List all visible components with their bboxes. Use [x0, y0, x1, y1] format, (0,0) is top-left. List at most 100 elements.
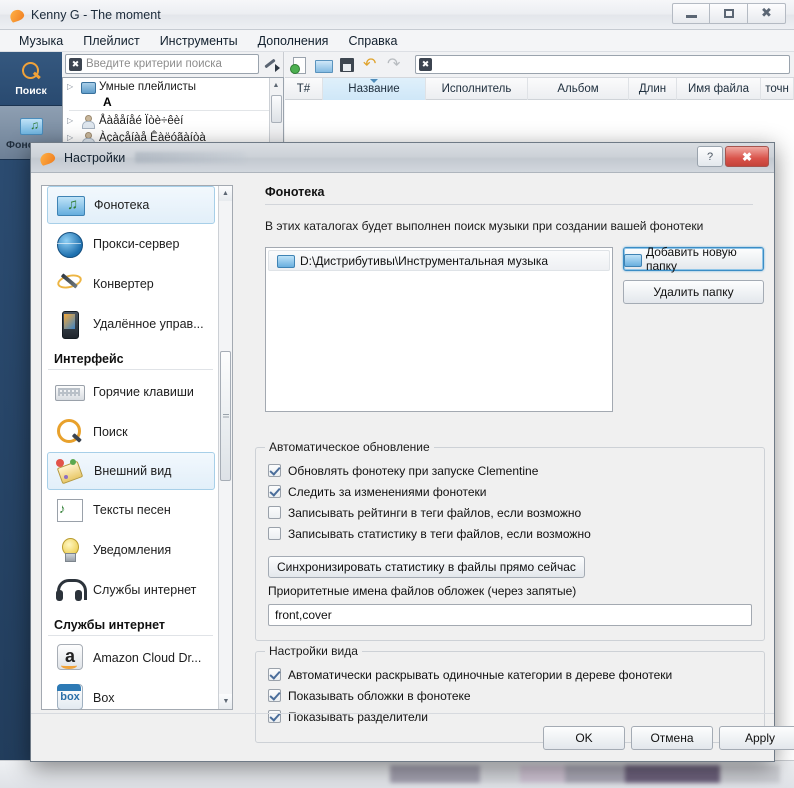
apply-label: Apply [744, 731, 776, 745]
column-album[interactable]: Альбом [528, 77, 629, 100]
checkbox-label: Записывать рейтинги в теги файлов, если … [288, 505, 582, 520]
ok-button[interactable]: OK [543, 726, 625, 750]
folder-music-icon [55, 190, 85, 220]
smart-playlist-icon [80, 80, 96, 94]
library-tree[interactable]: ▷ Умные плейлисты A ▷ Åàååíåé Ïòè÷êèí ▷ … [62, 77, 284, 146]
category-label: Тексты песен [93, 503, 171, 517]
playlist-filter-input[interactable]: ✖ [415, 55, 790, 74]
category-scrollbar[interactable]: ▲ ▼ [218, 186, 232, 709]
category-header-interface: Интерфейс [48, 346, 213, 370]
tree-scrollbar[interactable]: ▲ [269, 78, 283, 145]
sync-statistics-button[interactable]: Синхронизировать статистику в файлы прям… [268, 556, 585, 578]
category-item-search[interactable]: Поиск [42, 412, 220, 452]
checkbox-row[interactable]: Записывать статистику в теги файлов, есл… [256, 523, 764, 544]
category-item-shortcuts[interactable]: Горячие клавиши [42, 372, 220, 412]
checkbox-update-on-startup[interactable] [268, 464, 281, 477]
column-source[interactable]: точн [761, 77, 794, 100]
category-item-lyrics[interactable]: Тексты песен [42, 490, 220, 530]
sidebar-item-search[interactable]: Поиск [0, 52, 62, 106]
category-item-notifications[interactable]: Уведомления [42, 530, 220, 570]
checkbox-write-ratings[interactable] [268, 506, 281, 519]
new-playlist-icon[interactable] [289, 55, 310, 75]
scrollbar-thumb[interactable] [220, 351, 231, 481]
chevron-right-icon[interactable]: ▷ [67, 116, 76, 125]
minimize-button[interactable] [672, 3, 710, 24]
bulb-icon [54, 535, 84, 565]
save-playlist-icon[interactable] [337, 55, 358, 75]
checkbox-row[interactable]: Показывать обложки в фонотеке [256, 685, 764, 706]
restore-button[interactable] [710, 3, 748, 24]
column-filename[interactable]: Имя файла [677, 77, 761, 100]
dialog-close-button[interactable]: ✖ [725, 146, 769, 167]
category-item-appearance[interactable]: Внешний вид [47, 452, 215, 490]
dialog-title-bar: Настройки ? ✖ [31, 143, 774, 173]
menu-playlist[interactable]: Плейлист [74, 32, 148, 50]
checkbox-show-covers[interactable] [268, 689, 281, 702]
status-bar-obscured [390, 765, 780, 783]
checkbox-write-statistics[interactable] [268, 527, 281, 540]
divider [69, 110, 277, 111]
wrench-icon[interactable] [262, 55, 280, 73]
category-item-internet-services[interactable]: Службы интернет [42, 570, 220, 610]
menu-help[interactable]: Справка [339, 32, 406, 50]
scroll-up-icon[interactable]: ▲ [270, 78, 282, 92]
column-title[interactable]: Название [323, 77, 426, 100]
category-item-remote-control[interactable]: Удалённое управ... [42, 304, 220, 344]
scroll-up-icon[interactable]: ▲ [219, 186, 232, 201]
search-icon [54, 417, 84, 447]
apply-button[interactable]: Apply [719, 726, 794, 750]
dialog-footer: OK Отмена Apply [31, 713, 794, 761]
category-item-transcoder[interactable]: Конвертер [42, 264, 220, 304]
column-length[interactable]: Длин [629, 77, 677, 100]
search-panel: ✖ Введите критерии поиска ▷ Умные плейли… [62, 52, 284, 146]
clementine-logo-icon [9, 7, 25, 23]
library-icon [18, 114, 44, 138]
column-artist[interactable]: Исполнитель [426, 77, 528, 100]
checkbox-row[interactable]: Следить за изменениями фонотеки [256, 481, 764, 502]
settings-category-list[interactable]: Фонотека Прокси-сервер Конвертер Удалённ… [41, 185, 233, 710]
checkbox-row[interactable]: Обновлять фонотеку при запуске Clementin… [256, 460, 764, 481]
tree-item-smart-playlists[interactable]: ▷ Умные плейлисты [63, 78, 283, 95]
checkbox-monitor-changes[interactable] [268, 485, 281, 498]
menu-tools[interactable]: Инструменты [151, 32, 247, 50]
clear-icon[interactable]: ✖ [69, 57, 82, 71]
column-track[interactable]: Т# [285, 77, 323, 100]
title-bar: Kenny G - The moment ✖ [0, 0, 794, 30]
cancel-button[interactable]: Отмена [631, 726, 713, 750]
category-item-amazon[interactable]: Amazon Cloud Dr... [42, 638, 220, 678]
menu-music[interactable]: Музыка [10, 32, 72, 50]
tree-letter-divider: A [103, 95, 112, 109]
chevron-right-icon[interactable]: ▷ [67, 82, 76, 91]
cover-filenames-input[interactable]: front,cover [268, 604, 752, 626]
cover-filenames-value: front,cover [275, 608, 332, 622]
close-button[interactable]: ✖ [748, 3, 786, 24]
add-folder-button[interactable]: Добавить новую папку [623, 245, 764, 273]
category-item-proxy[interactable]: Прокси-сервер [42, 224, 220, 264]
undo-icon[interactable] [361, 54, 382, 75]
list-item[interactable]: D:\Дистрибутивы\Инструментальная музыка [268, 250, 610, 271]
scroll-down-icon[interactable]: ▼ [219, 694, 232, 709]
clear-icon[interactable]: ✖ [419, 58, 432, 71]
help-button[interactable]: ? [697, 146, 723, 167]
pane-description: В этих каталогах будет выполнен поиск му… [265, 219, 704, 233]
settings-dialog: Настройки ? ✖ Фонотека Прокси-сервер [30, 142, 794, 762]
group-legend: Настройки вида [265, 644, 362, 658]
scrollbar-thumb[interactable] [271, 95, 282, 123]
checkbox-row[interactable]: Автоматически раскрывать одиночные катег… [256, 664, 764, 685]
category-label: Горячие клавиши [93, 385, 194, 399]
tree-item-artist[interactable]: ▷ Åàååíåé Ïòè÷êèí [63, 112, 283, 129]
headphones-icon [54, 575, 87, 605]
auto-update-group: Автоматическое обновление Обновлять фоно… [255, 440, 765, 641]
redo-icon[interactable] [385, 54, 406, 75]
window-controls: ✖ [672, 3, 786, 24]
checkbox-auto-expand-categories[interactable] [268, 668, 281, 681]
directory-list[interactable]: D:\Дистрибутивы\Инструментальная музыка [265, 247, 613, 412]
chevron-right-icon[interactable]: ▷ [67, 133, 76, 142]
category-item-box[interactable]: Box [42, 678, 220, 709]
checkbox-row[interactable]: Записывать рейтинги в теги файлов, если … [256, 502, 764, 523]
category-item-library[interactable]: Фонотека [47, 186, 215, 224]
remove-folder-button[interactable]: Удалить папку [623, 280, 764, 304]
search-input[interactable]: ✖ Введите критерии поиска [65, 54, 259, 74]
menu-extras[interactable]: Дополнения [249, 32, 338, 50]
open-playlist-icon[interactable] [313, 55, 334, 75]
